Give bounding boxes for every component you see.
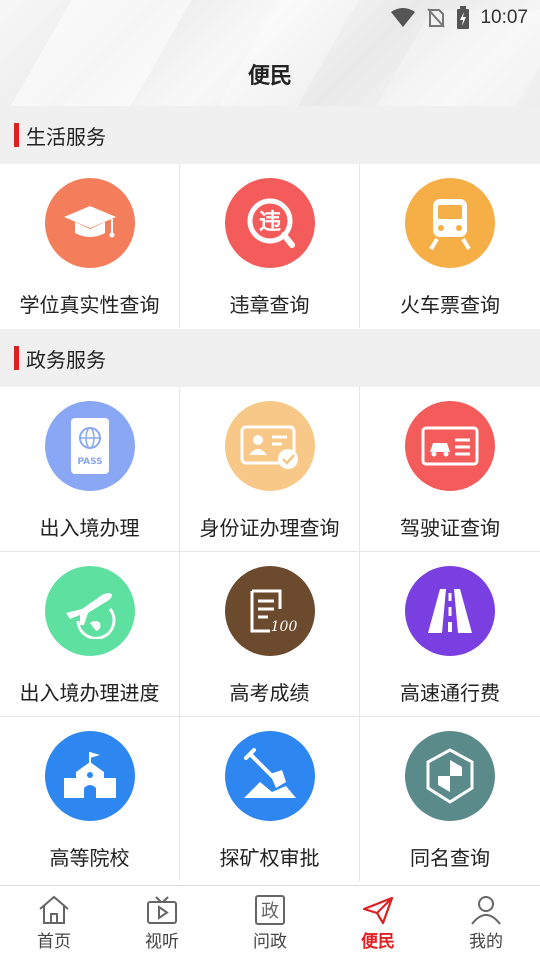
- svg-text:违: 违: [258, 209, 280, 235]
- header-decoration: [209, 0, 371, 106]
- school-building-icon: [44, 731, 135, 821]
- nav-label: 我的: [469, 932, 503, 952]
- wifi-icon: [391, 8, 416, 27]
- service-same-name[interactable]: 同名查询: [360, 717, 540, 881]
- id-card-icon: [224, 401, 315, 491]
- service-label: 驾驶证查询: [400, 516, 500, 540]
- battery-charging-icon: [457, 6, 470, 29]
- service-label: 火车票查询: [400, 293, 500, 317]
- nav-video[interactable]: 视听: [108, 886, 216, 960]
- gov-services-grid: PASS 出入境办理 身份证办理查询 驾驶证查询 出入境办理进度 100 高考成…: [0, 387, 540, 881]
- no-sim-icon: [427, 8, 446, 28]
- violation-magnifier-icon: 违: [224, 178, 315, 268]
- section-accent-bar: [14, 123, 19, 147]
- paper-plane-icon: [362, 896, 394, 925]
- life-services-grid: 学位真实性查询 违 违章查询 火车票查询: [0, 164, 540, 328]
- service-highway-toll[interactable]: 高速通行费: [360, 552, 540, 716]
- service-label: 违章查询: [229, 293, 310, 317]
- nav-wenzheng[interactable]: 政 问政: [216, 886, 324, 960]
- passport-icon: PASS: [44, 401, 135, 491]
- exam-score-icon: 100: [224, 566, 315, 656]
- svg-text:PASS: PASS: [77, 457, 102, 467]
- section-accent-bar: [14, 346, 19, 370]
- status-time: 10:07: [480, 7, 528, 28]
- highway-icon: [405, 566, 495, 656]
- service-label: 高考成绩: [229, 681, 310, 705]
- bottom-nav: 首页 视听 政 问政 便民 我的: [0, 885, 540, 960]
- svg-text:政: 政: [261, 901, 279, 922]
- train-icon: [405, 178, 495, 268]
- service-label: 身份证办理查询: [199, 516, 340, 540]
- service-driver-license[interactable]: 驾驶证查询: [360, 387, 540, 551]
- section-title: 生活服务: [26, 124, 106, 149]
- home-icon: [39, 895, 69, 924]
- service-universities[interactable]: 高等院校: [0, 717, 179, 881]
- header: 10:07 便民: [0, 0, 540, 106]
- service-mining-approval[interactable]: 探矿权审批: [180, 717, 359, 881]
- service-label: 同名查询: [410, 846, 490, 870]
- service-label: 出入境办理进度: [19, 681, 160, 705]
- zheng-char-icon: 政: [255, 895, 285, 925]
- service-label: 学位真实性查询: [19, 293, 160, 317]
- service-traffic-violation[interactable]: 违 违章查询: [180, 164, 359, 328]
- service-label: 高速通行费: [400, 681, 500, 705]
- service-id-card[interactable]: 身份证办理查询: [180, 387, 359, 551]
- nav-bianmin[interactable]: 便民: [324, 886, 432, 960]
- shield-hexagon-icon: [405, 731, 495, 821]
- service-exit-entry[interactable]: PASS 出入境办理: [0, 387, 179, 551]
- svg-text:100: 100: [270, 619, 297, 635]
- section-title: 政务服务: [26, 347, 106, 372]
- service-exit-entry-progress[interactable]: 出入境办理进度: [0, 552, 179, 716]
- service-label: 探矿权审批: [219, 846, 320, 870]
- section-header-life: 生活服务: [0, 106, 540, 164]
- service-gaokao-score[interactable]: 100 高考成绩: [180, 552, 359, 716]
- status-bar: 10:07: [390, 6, 528, 30]
- airplane-globe-icon: [44, 566, 135, 656]
- service-label: 高等院校: [49, 846, 130, 870]
- nav-label: 便民: [361, 932, 395, 952]
- person-icon: [471, 896, 501, 925]
- service-degree-verification[interactable]: 学位真实性查询: [0, 164, 179, 328]
- service-label: 出入境办理: [39, 516, 140, 540]
- nav-home[interactable]: 首页: [0, 886, 108, 960]
- nav-label: 首页: [37, 932, 71, 952]
- service-train-ticket[interactable]: 火车票查询: [360, 164, 540, 328]
- graduation-cap-icon: [44, 178, 135, 268]
- driver-license-icon: [405, 401, 495, 491]
- page-title: 便民: [247, 64, 292, 89]
- header-decoration: [2, 0, 198, 106]
- nav-label: 问政: [253, 932, 287, 952]
- nav-mine[interactable]: 我的: [432, 886, 540, 960]
- shovel-mining-icon: [224, 731, 315, 821]
- section-header-gov: 政务服务: [0, 329, 540, 387]
- nav-label: 视听: [145, 932, 179, 952]
- tv-play-icon: [147, 896, 177, 924]
